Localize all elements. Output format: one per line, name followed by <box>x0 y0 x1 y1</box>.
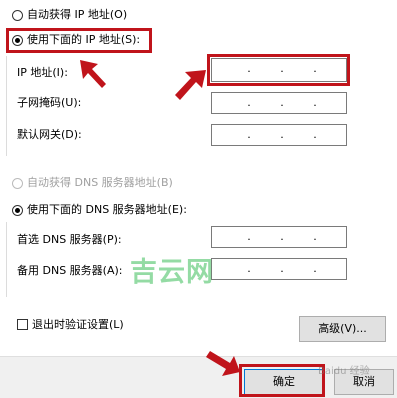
manual-ip-label[interactable]: 使用下面的 IP 地址(S): <box>27 33 140 47</box>
manual-ip-radio[interactable] <box>12 35 23 46</box>
checkbox-icon[interactable] <box>17 319 28 330</box>
alternate-dns-field[interactable]: . . . <box>211 258 347 280</box>
default-gateway-field[interactable]: . . . <box>211 124 347 146</box>
ok-highlight <box>239 364 325 397</box>
advanced-button[interactable]: 高级(V)... <box>299 316 386 342</box>
subnet-mask-label: 子网掩码(U): <box>17 96 82 109</box>
watermark-logo: 吉云网 <box>130 257 214 288</box>
manual-dns-radio[interactable] <box>12 205 23 216</box>
subnet-mask-field[interactable]: . . . <box>211 92 347 114</box>
auto-ip-label[interactable]: 自动获得 IP 地址(O) <box>27 8 127 22</box>
manual-dns-label[interactable]: 使用下面的 DNS 服务器地址(E): <box>27 203 187 217</box>
ip-group-border <box>6 56 7 156</box>
auto-dns-radio[interactable] <box>12 178 23 189</box>
validate-checkbox-label[interactable]: 退出时验证设置(L) <box>32 318 124 332</box>
arrow-icon <box>206 351 240 376</box>
auto-ip-radio[interactable] <box>12 10 23 21</box>
ip-address-label: IP 地址(I): <box>17 66 68 79</box>
auto-dns-label[interactable]: 自动获得 DNS 服务器地址(B) <box>27 176 173 190</box>
preferred-dns-label: 首选 DNS 服务器(P): <box>17 233 122 246</box>
dns-group-border <box>6 222 7 297</box>
preferred-dns-field[interactable]: . . . <box>211 226 347 248</box>
arrow-icon <box>175 70 206 100</box>
alternate-dns-label: 备用 DNS 服务器(A): <box>17 264 123 277</box>
default-gateway-label: 默认网关(D): <box>17 128 82 141</box>
arrow-icon <box>80 60 106 88</box>
ip-address-field[interactable]: . . . <box>211 58 347 82</box>
watermark-text: Baidu 经验 <box>318 366 370 377</box>
